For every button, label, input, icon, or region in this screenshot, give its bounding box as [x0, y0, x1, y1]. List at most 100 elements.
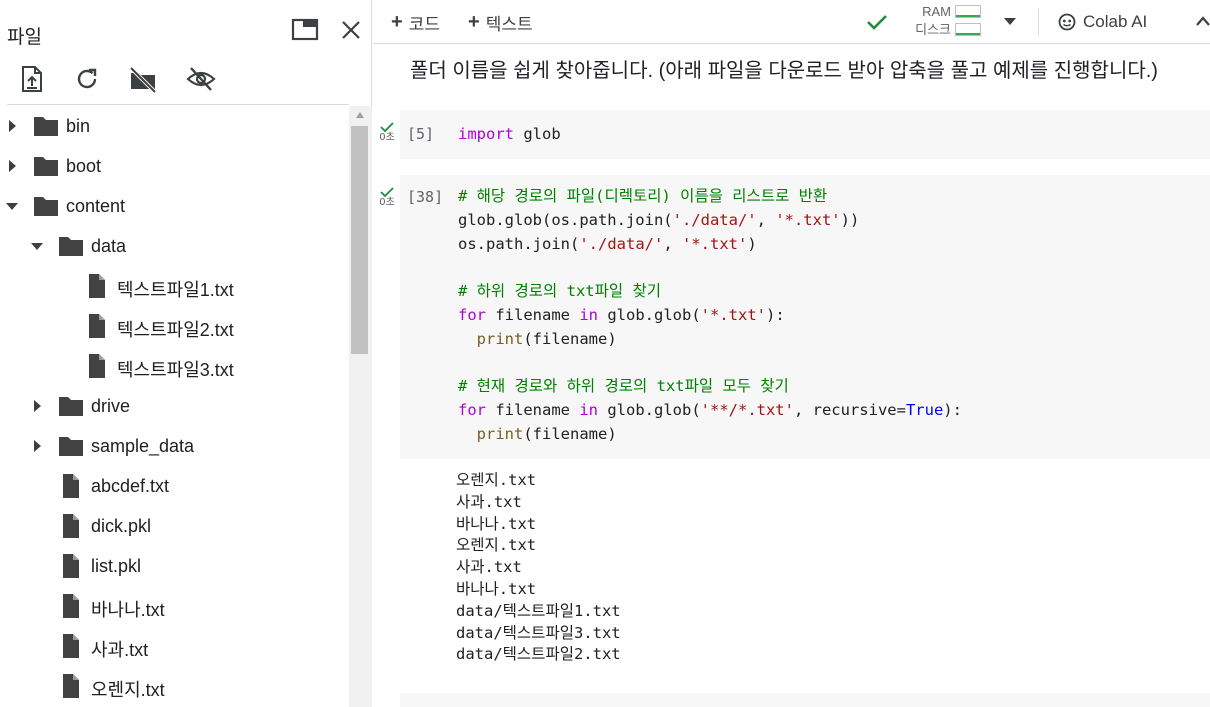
files-panel: 파일 bin boot content data 텍스트파일1.txt 텍스트파…: [0, 0, 372, 707]
caret-right-icon[interactable]: [30, 438, 44, 454]
folder-icon: [33, 194, 59, 218]
output-line: 오렌지.txt: [456, 536, 537, 555]
tree-file-row[interactable]: 텍스트파일1.txt: [0, 266, 349, 306]
tree-item-label: drive: [91, 396, 131, 416]
output-line: data/텍스트파일3.txt: [456, 623, 621, 642]
cell-2-exec-count: [38]: [407, 188, 444, 206]
tree-file-row[interactable]: 텍스트파일2.txt: [0, 306, 349, 346]
output-line: data/텍스트파일1.txt: [456, 601, 621, 620]
add-text-label: 텍스트: [485, 14, 533, 34]
caret-right-icon[interactable]: [5, 118, 19, 134]
folder-icon: [58, 394, 84, 418]
tree-folder-row[interactable]: boot: [0, 146, 349, 186]
code-comment: # 해당 경로의 파일(디렉토리) 이름을 리스트로 반환: [458, 187, 828, 205]
output-line: data/텍스트파일2.txt: [456, 645, 621, 664]
close-icon[interactable]: [337, 16, 365, 44]
tree-item-label: 사과.txt: [91, 640, 149, 660]
tree-item-label: bin: [66, 116, 91, 136]
success-check-icon: [380, 187, 394, 197]
cell-1-exec-count: [5]: [407, 125, 435, 143]
markdown-text: 폴더 이름을 쉽게 찾아줍니다. (아래 파일을 다운로드 받아 압축을 풀고 …: [410, 60, 1158, 82]
disk-label: 디스크: [915, 22, 951, 37]
add-code-button[interactable]: + 코드: [391, 9, 440, 35]
plus-icon: +: [391, 10, 403, 33]
output-line: 바나나.txt: [456, 514, 537, 533]
tree-file-row[interactable]: abcdef.txt: [0, 466, 349, 506]
tree-item-label: 텍스트파일1.txt: [117, 280, 234, 300]
folder-icon: [58, 434, 84, 458]
resources-dropdown-icon[interactable]: [1004, 18, 1016, 25]
refresh-icon[interactable]: [72, 64, 102, 94]
tree-item-label: 텍스트파일2.txt: [117, 320, 234, 340]
caret-right-icon[interactable]: [30, 398, 44, 414]
output-line: 바나나.txt: [456, 579, 537, 598]
tree-item-label: content: [66, 196, 126, 216]
caret-right-icon[interactable]: [5, 158, 19, 174]
tree-folder-row[interactable]: data: [0, 226, 349, 266]
file-icon: [58, 594, 84, 618]
connected-check-icon[interactable]: [866, 11, 888, 33]
import-keyword: import: [458, 125, 514, 143]
tree-item-label: abcdef.txt: [91, 476, 170, 496]
tree-item-label: 오렌지.txt: [91, 680, 165, 700]
code-comment: # 하위 경로의 txt파일 찾기: [458, 282, 661, 301]
output-line: 오렌지.txt: [456, 471, 537, 489]
tree-folder-row[interactable]: content: [0, 186, 349, 226]
toolbar-divider: [1038, 8, 1039, 36]
tree-file-row[interactable]: list.pkl: [0, 546, 349, 586]
tree-file-row[interactable]: dick.pkl: [0, 506, 349, 546]
add-code-label: 코드: [408, 14, 440, 34]
colab-ai-icon: [1058, 13, 1076, 31]
tree-file-row[interactable]: 오렌지.txt: [0, 666, 349, 706]
file-icon: [84, 314, 110, 338]
open-in-window-icon[interactable]: [291, 17, 319, 43]
folder-icon: [33, 154, 59, 178]
cell-1-code[interactable]: import glob: [458, 123, 561, 147]
tree-file-row[interactable]: 사과.txt: [0, 626, 349, 666]
tree-folder-row[interactable]: sample_data: [0, 426, 349, 466]
tree-folder-row[interactable]: bin: [0, 106, 349, 146]
file-icon: [84, 354, 110, 378]
panel-title: 파일: [7, 27, 42, 48]
cell-2-run-time: 0초: [379, 197, 395, 208]
colab-ai-button[interactable]: Colab AI: [1058, 9, 1147, 35]
plus-icon: +: [468, 10, 480, 33]
resource-labels[interactable]: RAM 디스크: [909, 3, 951, 39]
tree-item-label: sample_data: [91, 436, 195, 456]
unmount-drive-icon[interactable]: [128, 64, 158, 94]
tree-item-label: dick.pkl: [91, 516, 152, 536]
cell-1-status[interactable]: 0초: [377, 122, 397, 144]
tree-item-label: 바나나.txt: [91, 600, 165, 620]
tree-item-label: data: [91, 236, 127, 256]
success-check-icon: [380, 122, 394, 132]
tree-folder-row[interactable]: drive: [0, 386, 349, 426]
file-icon: [84, 274, 110, 298]
colab-ai-label: Colab AI: [1083, 12, 1148, 31]
tree-scrollbar-thumb[interactable]: [351, 126, 368, 354]
code-comment: # 현재 경로와 하위 경로의 txt파일 모두 찾기: [458, 377, 789, 396]
notebook-toolbar: + 코드 + 텍스트 RAM 디스크 Colab AI: [373, 0, 1210, 44]
caret-down-icon[interactable]: [5, 198, 19, 214]
tree-divider: [7, 104, 349, 105]
upload-file-icon[interactable]: [17, 64, 47, 94]
tree-file-row[interactable]: 텍스트파일3.txt: [0, 346, 349, 386]
cell-2-output: 오렌지.txt 사과.txt 바나나.txt 오렌지.txt 사과.txt 바나나.txt…: [456, 470, 621, 666]
ram-label: RAM: [922, 4, 951, 19]
disk-usage-bar[interactable]: [955, 23, 981, 36]
cell-2-code[interactable]: # 해당 경로의 파일(디렉토리) 이름을 리스트로 반환 glob.glob(…: [458, 185, 962, 447]
caret-down-icon[interactable]: [30, 238, 44, 254]
tree-item-label: list.pkl: [91, 556, 142, 576]
code-cell-3[interactable]: [400, 693, 1210, 707]
add-text-button[interactable]: + 텍스트: [468, 9, 533, 35]
scroll-up-arrow-icon[interactable]: [356, 112, 364, 118]
cell-2-status[interactable]: 0초: [377, 187, 397, 209]
hide-hidden-files-icon[interactable]: [186, 64, 216, 94]
tree-item-label: 텍스트파일3.txt: [117, 360, 234, 380]
ram-usage-bar[interactable]: [955, 5, 981, 18]
tree-file-row[interactable]: 바나나.txt: [0, 586, 349, 626]
tree-item-label: boot: [66, 156, 102, 176]
output-line: 사과.txt: [456, 558, 522, 577]
collapse-header-icon[interactable]: [1195, 14, 1210, 28]
notebook-area: 폴더 이름을 쉽게 찾아줍니다. (아래 파일을 다운로드 받아 압축을 풀고 …: [373, 45, 1210, 707]
file-icon: [58, 554, 84, 578]
